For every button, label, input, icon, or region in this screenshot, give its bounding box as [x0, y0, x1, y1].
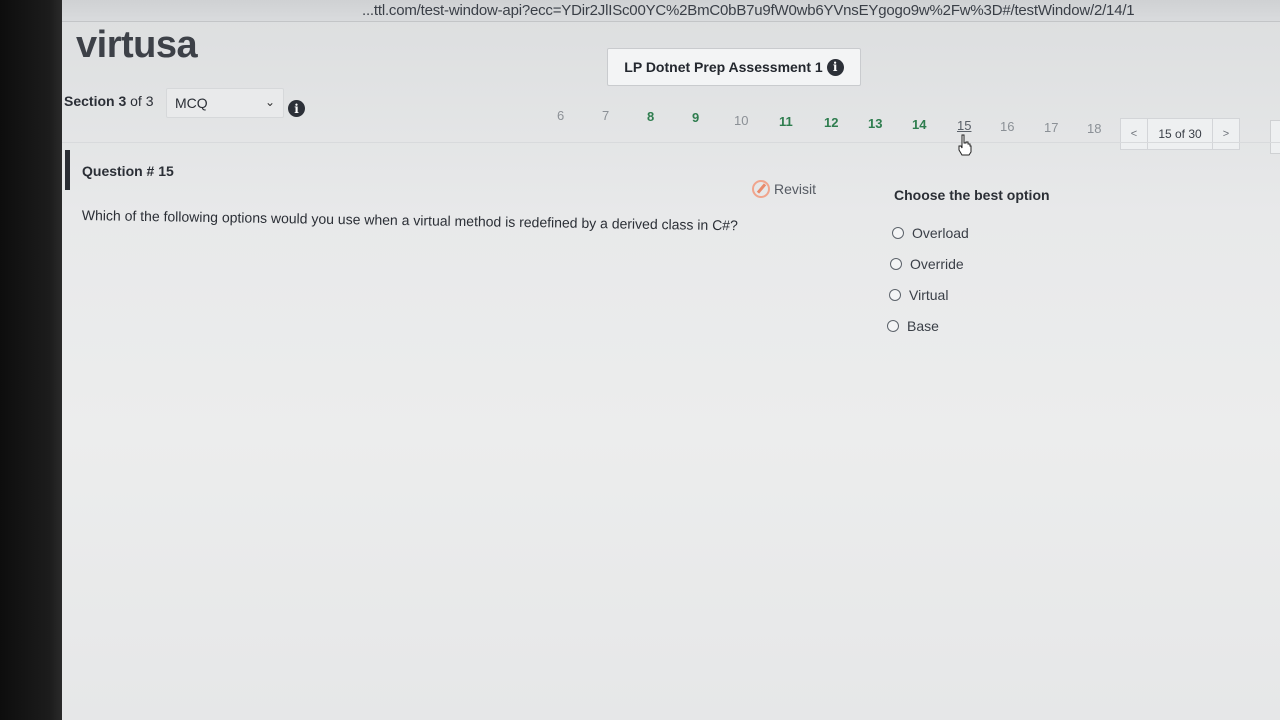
section-current: Section 3	[64, 93, 127, 109]
info-icon[interactable]: i	[826, 58, 844, 76]
option-label: Overload	[912, 225, 969, 241]
question-number-16[interactable]: 16	[1000, 119, 1014, 134]
option-label: Base	[907, 318, 939, 334]
question-navigator: 6 7 8 9 10 11 12 13 14 15 16 17 18	[62, 108, 1280, 138]
side-panel-toggle[interactable]	[1270, 120, 1280, 154]
question-number-11[interactable]: 11	[779, 114, 793, 129]
virtusa-logo: virtusa	[76, 24, 198, 66]
question-number-12[interactable]: 12	[824, 115, 838, 130]
assessment-title-box: LP Dotnet Prep Assessment 1 i	[607, 48, 861, 86]
radio-button[interactable]	[892, 227, 904, 239]
revisit-button[interactable]: Revisit	[752, 180, 816, 198]
question-number-18[interactable]: 18	[1087, 121, 1101, 136]
question-number-15[interactable]: 15	[957, 118, 971, 133]
hand-cursor-icon	[958, 134, 972, 156]
radio-button[interactable]	[889, 289, 901, 301]
radio-button[interactable]	[890, 258, 902, 270]
radio-button[interactable]	[887, 320, 899, 332]
question-number-9[interactable]: 9	[692, 110, 699, 125]
question-title: Question # 15	[82, 163, 174, 179]
monitor-bezel	[0, 0, 62, 720]
option-label: Override	[910, 256, 964, 272]
options-heading: Choose the best option	[894, 187, 1050, 203]
url-text[interactable]: ...ttl.com/test-window-api?ecc=YDir2JlIS…	[362, 2, 1135, 19]
address-bar[interactable]: ...ttl.com/test-window-api?ecc=YDir2JlIS…	[62, 0, 1280, 22]
option-base[interactable]: Base	[887, 318, 939, 334]
chevron-down-icon: ⌄	[264, 95, 275, 109]
option-overload[interactable]: Overload	[892, 225, 969, 241]
question-number-14[interactable]: 14	[912, 117, 926, 132]
option-virtual[interactable]: Virtual	[889, 287, 948, 303]
question-number-7[interactable]: 7	[602, 108, 609, 123]
option-label: Virtual	[909, 287, 949, 303]
revisit-icon	[752, 180, 770, 198]
question-number-13[interactable]: 13	[868, 116, 882, 131]
question-position: 15 of 30	[1147, 119, 1213, 149]
question-number-8[interactable]: 8	[647, 109, 654, 124]
option-override[interactable]: Override	[890, 256, 964, 272]
section-indicator: Section 3 of 3	[64, 93, 154, 109]
browser-viewport: ...ttl.com/test-window-api?ecc=YDir2JlIS…	[62, 0, 1280, 720]
question-number-6[interactable]: 6	[557, 108, 564, 123]
section-total: of 3	[126, 93, 154, 109]
revisit-label: Revisit	[774, 181, 817, 197]
question-text: Which of the following options would you…	[81, 207, 738, 234]
question-number-17[interactable]: 17	[1044, 120, 1058, 135]
question-pager: < 15 of 30 >	[1120, 118, 1240, 150]
question-number-10[interactable]: 10	[734, 113, 748, 128]
prev-question-button[interactable]: <	[1121, 128, 1147, 140]
assessment-title: LP Dotnet Prep Assessment 1	[624, 59, 823, 75]
question-marker	[65, 150, 70, 190]
next-question-button[interactable]: >	[1213, 128, 1239, 140]
header-divider	[62, 142, 1280, 143]
